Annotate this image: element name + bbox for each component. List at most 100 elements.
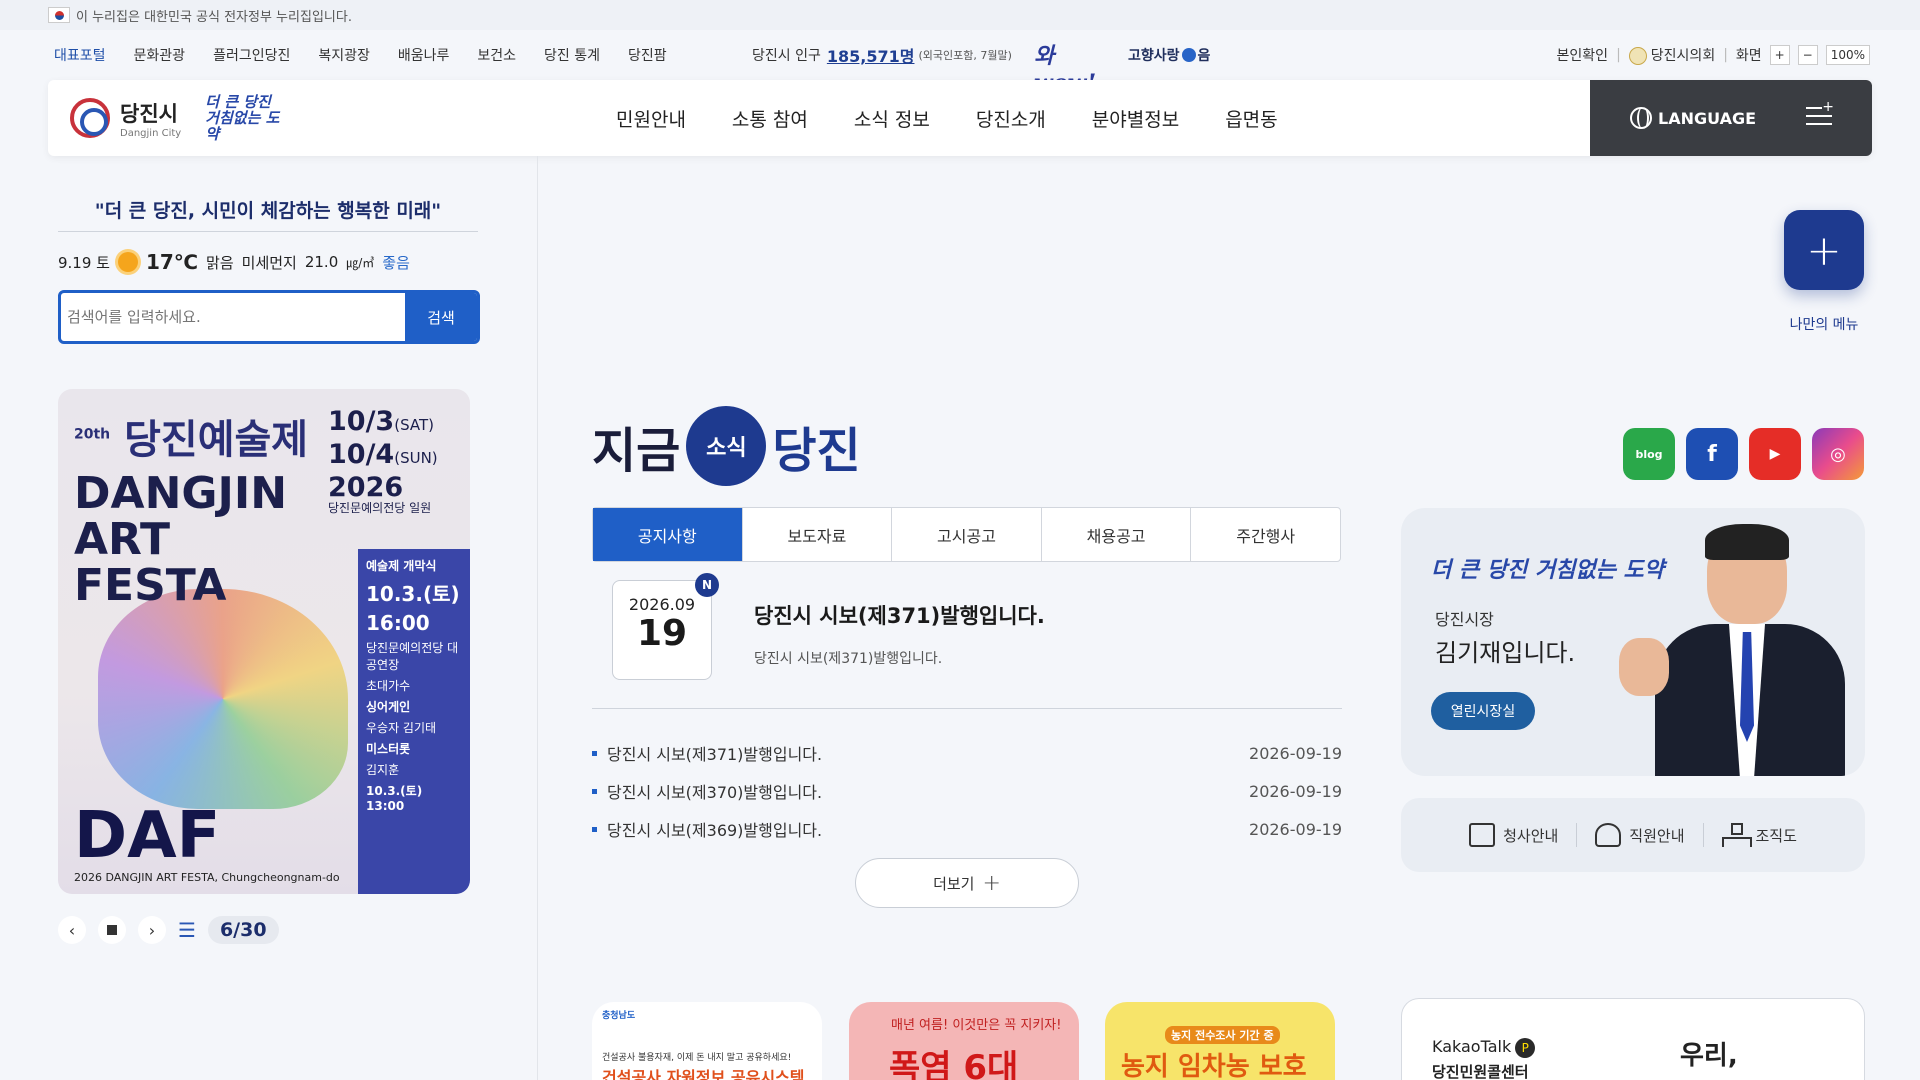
dust-status: 좋음 bbox=[382, 253, 410, 272]
zoom-value: 100% bbox=[1825, 45, 1870, 65]
mayor-role: 당진시장 bbox=[1435, 610, 1494, 629]
next-slide-button[interactable]: › bbox=[138, 916, 166, 944]
social-links: blog f ▶ ◎ bbox=[1623, 428, 1864, 480]
util-link-learning[interactable]: 배움나루 bbox=[398, 45, 450, 65]
gnb-item-fields[interactable]: 분야별정보 bbox=[1092, 105, 1179, 132]
population-info[interactable]: 당진시 인구 185,571명 (외국인포함, 7월말) bbox=[752, 30, 1012, 80]
util-link-farm[interactable]: 당진팜 bbox=[628, 45, 667, 65]
news-badge: 소식 bbox=[686, 406, 767, 486]
list-item[interactable]: 당진시 시보(제371)발행입니다. 2026-09-19 bbox=[592, 734, 1342, 772]
gnb-item-civil[interactable]: 민원안내 bbox=[616, 105, 686, 132]
youtube-icon[interactable]: ▶ bbox=[1749, 428, 1801, 480]
main-header: 당진시 Dangjin City 더 큰 당진 거침없는 도약 민원안내 소통 … bbox=[48, 80, 1872, 156]
facebook-icon[interactable]: f bbox=[1686, 428, 1738, 480]
family-site-links: 대표포털 문화관광 플러그인당진 복지광장 배움나루 보건소 당진 통계 당진팜 bbox=[54, 30, 695, 80]
weather-widget: 9.19 토 17℃ 맑음 미세먼지 21.0 ㎍/㎥ 좋음 bbox=[58, 248, 410, 276]
util-link-welfare[interactable]: 복지광장 bbox=[318, 45, 370, 65]
quick-link-staff[interactable]: 직원안내 bbox=[1577, 823, 1704, 847]
council-link[interactable]: 당진시의회 bbox=[1628, 45, 1715, 65]
quick-link-building[interactable]: 청사안내 bbox=[1451, 823, 1578, 847]
weather-date: 9.19 토 bbox=[58, 253, 110, 272]
kakao-right-text: 우리, bbox=[1680, 1041, 1738, 1071]
language-area: LANGUAGE bbox=[1590, 80, 1872, 156]
list-view-icon[interactable]: ☰ bbox=[178, 918, 196, 942]
quick-links: 청사안내 직원안내 조직도 bbox=[1401, 798, 1865, 872]
all-menu-icon[interactable] bbox=[1806, 99, 1834, 127]
separator: | bbox=[1616, 47, 1621, 63]
dust-unit: ㎍/㎥ bbox=[346, 255, 375, 270]
kakao-plus-icon: P bbox=[1515, 1038, 1536, 1058]
tab-weekly-events[interactable]: 주간행사 bbox=[1191, 508, 1340, 561]
blog-icon[interactable]: blog bbox=[1623, 428, 1675, 480]
featured-title[interactable]: 당진시 시보(제371)발행입니다. bbox=[754, 600, 1045, 630]
gov-banner: 이 누리집은 대한민국 공식 전자정부 누리집입니다. bbox=[0, 0, 1920, 30]
list-item[interactable]: 당진시 시보(제370)발행입니다. 2026-09-19 bbox=[592, 772, 1342, 810]
more-button[interactable]: 더보기 + bbox=[855, 858, 1079, 908]
zoom-in-button[interactable]: + bbox=[1769, 45, 1790, 65]
search-button[interactable]: 검색 bbox=[405, 293, 477, 341]
util-link-statistics[interactable]: 당진 통계 bbox=[544, 45, 600, 65]
util-link-health[interactable]: 보건소 bbox=[477, 45, 516, 65]
tab-recruit[interactable]: 채용공고 bbox=[1042, 508, 1192, 561]
mayor-name: 김기재입니다. bbox=[1435, 639, 1576, 667]
hometown-suffix: 음 bbox=[1197, 48, 1211, 64]
identity-check-link[interactable]: 본인확인 bbox=[1557, 45, 1609, 65]
util-link-plugin[interactable]: 플러그인당진 bbox=[213, 45, 290, 65]
news-tabs: 공지사항 보도자료 고시공고 채용공고 주간행사 bbox=[592, 507, 1341, 562]
dust-label: 미세먼지 bbox=[241, 253, 297, 272]
mayor-card: 더 큰 당진 거침없는 도약 당진시장 김기재입니다. 열린시장실 bbox=[1401, 508, 1865, 776]
kakao-callcenter-banner[interactable]: KakaoTalk P 당진민원콜센터 우리, bbox=[1401, 998, 1865, 1080]
poster-info-panel: 예술제 개막식 10.3.(토) 16:00 당진문예의전당 대공연장 초대가수… bbox=[358, 549, 470, 894]
gnb-item-districts[interactable]: 읍면동 bbox=[1225, 105, 1277, 132]
language-button[interactable]: LANGUAGE bbox=[1658, 109, 1756, 128]
utility-bar: 대표포털 문화관광 플러그인당진 복지광장 배움나루 보건소 당진 통계 당진팜… bbox=[0, 30, 1920, 96]
city-eng-name: Dangjin City bbox=[120, 127, 182, 139]
hometown-donation-link[interactable]: 고향사랑 음 bbox=[1128, 30, 1210, 80]
quick-link-org[interactable]: 조직도 bbox=[1704, 823, 1815, 847]
slide-counter: 6/30 bbox=[207, 916, 279, 944]
prev-slide-button[interactable]: ‹ bbox=[58, 916, 86, 944]
banner-construction[interactable]: 충청남도 건설공사 불용자재, 이제 돈 내지 말고 공유하세요! 건설공사 자… bbox=[592, 1002, 822, 1080]
left-column: "더 큰 당진, 시민이 체감하는 행복한 미래" 9.19 토 17℃ 맑음 … bbox=[0, 156, 538, 1080]
korea-flag-icon bbox=[48, 7, 70, 23]
featured-news[interactable]: 2026.09 19 N 당진시 시보(제371)발행입니다. 당진시 시보(제… bbox=[612, 573, 1342, 680]
tab-notice[interactable]: 공지사항 bbox=[593, 508, 743, 561]
gnb-item-about[interactable]: 당진소개 bbox=[976, 105, 1046, 132]
festival-poster[interactable]: 20th 당진예술제 DANGJIN ART FESTA 10/3(SAT) 1… bbox=[58, 389, 470, 894]
wow-logo[interactable]: 와wow! bbox=[1034, 38, 1104, 96]
banner-farmland[interactable]: 농지 전수조사 기간 중 농지 임차농 보호 bbox=[1105, 1002, 1335, 1080]
city-emblem-icon bbox=[70, 98, 110, 138]
tab-announcement[interactable]: 고시공고 bbox=[892, 508, 1042, 561]
search-box: 검색 bbox=[58, 290, 480, 344]
list-item[interactable]: 당진시 시보(제369)발행입니다. 2026-09-19 bbox=[592, 810, 1342, 848]
my-menu-label[interactable]: 나만의 메뉴 bbox=[1772, 314, 1876, 334]
gnb-item-news[interactable]: 소식 정보 bbox=[854, 105, 930, 132]
plus-icon: + bbox=[982, 870, 1001, 896]
org-chart-icon bbox=[1721, 823, 1752, 847]
new-badge: N bbox=[695, 573, 719, 597]
city-logo[interactable]: 당진시 Dangjin City 더 큰 당진 거침없는 도약 bbox=[70, 94, 285, 142]
logo-text: 당진시 Dangjin City bbox=[120, 98, 181, 139]
mayor-photo bbox=[1619, 524, 1849, 776]
news-list: 당진시 시보(제371)발행입니다. 2026-09-19 당진시 시보(제370… bbox=[592, 734, 1342, 848]
kakao-callcenter-name: 당진민원콜센터 bbox=[1432, 1063, 1529, 1080]
weather-condition: 맑음 bbox=[206, 253, 234, 272]
instagram-icon[interactable]: ◎ bbox=[1812, 428, 1864, 480]
news-section-title: 지금 소식 당진 bbox=[592, 406, 861, 486]
poster-daf: DAF bbox=[74, 799, 221, 873]
search-input[interactable] bbox=[61, 293, 405, 341]
population-label: 당진시 인구 bbox=[752, 48, 821, 64]
banner-heatwave[interactable]: 매년 여름! 이것만은 꼭 지키자! 폭염 6대 bbox=[849, 1002, 1079, 1080]
population-value: 185,571명 bbox=[826, 47, 915, 66]
stop-slide-button[interactable] bbox=[98, 916, 126, 944]
zoom-out-button[interactable]: − bbox=[1797, 45, 1818, 65]
my-menu-button[interactable]: + bbox=[1784, 210, 1864, 290]
gnb-item-participation[interactable]: 소통 참여 bbox=[732, 105, 808, 132]
city-motto: "더 큰 당진, 시민이 체감하는 행복한 미래" bbox=[58, 196, 478, 232]
poster-title: 20th 당진예술제 bbox=[74, 417, 309, 463]
util-link-culture[interactable]: 문화관광 bbox=[134, 45, 186, 65]
util-link-portal[interactable]: 대표포털 bbox=[54, 45, 106, 65]
kakao-brand: KakaoTalk P bbox=[1432, 1037, 1536, 1058]
open-mayor-office-button[interactable]: 열린시장실 bbox=[1431, 692, 1535, 730]
tab-press[interactable]: 보도자료 bbox=[743, 508, 893, 561]
